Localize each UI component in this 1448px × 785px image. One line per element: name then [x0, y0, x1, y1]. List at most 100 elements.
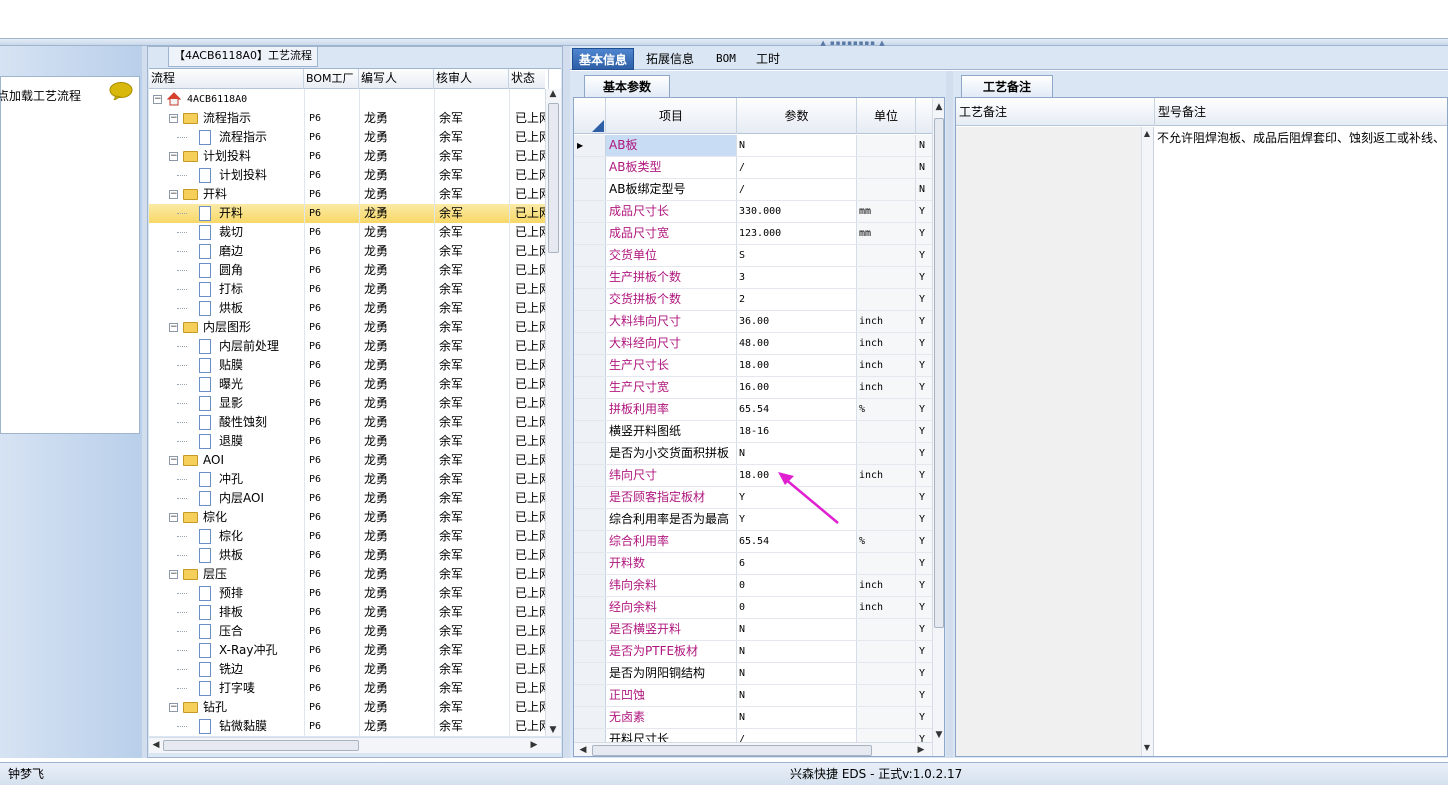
param-value[interactable]: /: [737, 179, 857, 200]
collapse-toggle-icon[interactable]: −: [169, 513, 178, 522]
tree-row[interactable]: 打字唛 P6 龙勇 余军 已上网: [149, 679, 547, 698]
param-value[interactable]: 0: [737, 597, 857, 618]
params-header-value[interactable]: 参数: [737, 98, 857, 134]
remarks-header-process[interactable]: 工艺备注: [956, 98, 1155, 126]
row-header[interactable]: [574, 245, 606, 266]
row-header[interactable]: [574, 641, 606, 662]
top-splitter[interactable]: [0, 38, 1448, 46]
tree-row[interactable]: 流程指示 P6 龙勇 余军 已上网: [149, 128, 547, 147]
param-row[interactable]: ▶ AB板 N N: [574, 135, 932, 157]
param-value[interactable]: 3: [737, 267, 857, 288]
tree-row[interactable]: − 棕化 P6 龙勇 余军 已上网: [149, 508, 547, 527]
param-row[interactable]: 大料纬向尺寸 36.00 inch Y: [574, 311, 932, 333]
remark-scroll-up-icon[interactable]: ▲: [1141, 127, 1153, 141]
tree-row[interactable]: − 流程指示 P6 龙勇 余军 已上网: [149, 109, 547, 128]
params-horizontal-scrollbar[interactable]: ◀ ▶: [574, 742, 932, 756]
tree-row[interactable]: 贴膜 P6 龙勇 余军 已上网: [149, 356, 547, 375]
tab-work-hours[interactable]: 工时: [750, 48, 786, 70]
tree-vscroll-thumb[interactable]: [548, 103, 559, 253]
tree-row[interactable]: X-Ray冲孔 P6 龙勇 余军 已上网: [149, 641, 547, 660]
params-header-unit[interactable]: 单位: [857, 98, 916, 134]
param-row[interactable]: AB板绑定型号 / N: [574, 179, 932, 201]
tree-row[interactable]: − AOI P6 龙勇 余军 已上网: [149, 451, 547, 470]
param-value[interactable]: 18.00: [737, 355, 857, 376]
tree-row[interactable]: 冲孔 P6 龙勇 余军 已上网: [149, 470, 547, 489]
tree-hscroll-thumb[interactable]: [163, 740, 359, 751]
param-row[interactable]: 成品尺寸长 330.000 mm Y: [574, 201, 932, 223]
row-header[interactable]: [574, 289, 606, 310]
tree-row[interactable]: − 内层图形 P6 龙勇 余军 已上网: [149, 318, 547, 337]
row-header[interactable]: [574, 333, 606, 354]
row-header[interactable]: [574, 707, 606, 728]
param-value[interactable]: 123.000: [737, 223, 857, 244]
params-scroll-right-icon[interactable]: ▶: [914, 743, 928, 756]
tree-row[interactable]: 计划投料 P6 龙勇 余军 已上网: [149, 166, 547, 185]
scroll-left-icon[interactable]: ◀: [149, 738, 163, 752]
row-header[interactable]: [574, 531, 606, 552]
tree-row[interactable]: 压合 P6 龙勇 余军 已上网: [149, 622, 547, 641]
tree-header-bom[interactable]: BOM工厂: [304, 69, 359, 89]
tree-row[interactable]: 圆角 P6 龙勇 余军 已上网: [149, 261, 547, 280]
tree-row[interactable]: 铣边 P6 龙勇 余军 已上网: [149, 660, 547, 679]
scroll-right-icon[interactable]: ▶: [527, 738, 541, 752]
row-header[interactable]: [574, 553, 606, 574]
param-row[interactable]: 是否为小交货面积拼板 N Y: [574, 443, 932, 465]
collapse-toggle-icon[interactable]: −: [169, 570, 178, 579]
tree-row[interactable]: 开料 P6 龙勇 余军 已上网: [149, 204, 547, 223]
row-header[interactable]: [574, 421, 606, 442]
param-value[interactable]: N: [737, 685, 857, 706]
scroll-up-icon[interactable]: ▲: [546, 87, 560, 101]
param-row[interactable]: 交货单位 S Y: [574, 245, 932, 267]
param-value[interactable]: N: [737, 619, 857, 640]
tab-bom[interactable]: BOM: [710, 48, 742, 70]
param-value[interactable]: N: [737, 641, 857, 662]
param-row[interactable]: 是否顾客指定板材 Y Y: [574, 487, 932, 509]
process-remark-cell[interactable]: ▲ ▼: [956, 127, 1154, 756]
row-header[interactable]: [574, 377, 606, 398]
param-row[interactable]: 正凹蚀 N Y: [574, 685, 932, 707]
param-value[interactable]: N: [737, 663, 857, 684]
collapse-toggle-icon[interactable]: −: [169, 114, 178, 123]
row-header[interactable]: [574, 663, 606, 684]
param-row[interactable]: 纬向尺寸 18.00 inch Y: [574, 465, 932, 487]
speech-bubble-icon[interactable]: [109, 82, 133, 100]
tree-row[interactable]: 打标 P6 龙勇 余军 已上网: [149, 280, 547, 299]
tree-row[interactable]: 棕化 P6 龙勇 余军 已上网: [149, 527, 547, 546]
collapse-toggle-icon[interactable]: −: [169, 323, 178, 332]
param-row[interactable]: 交货拼板个数 2 Y: [574, 289, 932, 311]
row-header[interactable]: [574, 685, 606, 706]
remark-scrollbar[interactable]: ▲ ▼: [1141, 127, 1153, 756]
tree-row[interactable]: − 开料 P6 龙勇 余军 已上网: [149, 185, 547, 204]
param-value[interactable]: 65.54: [737, 399, 857, 420]
tab-basic-info[interactable]: 基本信息: [572, 48, 635, 70]
param-row[interactable]: 是否为阴阳铜结构 N Y: [574, 663, 932, 685]
tree-row[interactable]: 退膜 P6 龙勇 余军 已上网: [149, 432, 547, 451]
tree-row[interactable]: 曝光 P6 龙勇 余军 已上网: [149, 375, 547, 394]
param-value[interactable]: N: [737, 135, 857, 156]
param-value[interactable]: N: [737, 443, 857, 464]
row-header[interactable]: [574, 487, 606, 508]
param-row[interactable]: 纬向余料 0 inch Y: [574, 575, 932, 597]
middle-splitter[interactable]: [563, 46, 570, 758]
tab-extended-info[interactable]: 拓展信息: [640, 48, 700, 70]
right-splitter[interactable]: [946, 71, 953, 758]
param-value[interactable]: 6: [737, 553, 857, 574]
param-row[interactable]: 横竖开料图纸 18-16 Y: [574, 421, 932, 443]
param-row[interactable]: 综合利用率是否为最高 Y Y: [574, 509, 932, 531]
tree-row[interactable]: 预排 P6 龙勇 余军 已上网: [149, 584, 547, 603]
params-hscroll-thumb[interactable]: [592, 745, 872, 756]
tree-row[interactable]: − 4ACB6118A0: [149, 90, 545, 109]
tree-row[interactable]: 烘板 P6 龙勇 余军 已上网: [149, 299, 547, 318]
tree-row[interactable]: 内层前处理 P6 龙勇 余军 已上网: [149, 337, 547, 356]
param-row[interactable]: 大料经向尺寸 48.00 inch Y: [574, 333, 932, 355]
param-value[interactable]: N: [737, 707, 857, 728]
param-row[interactable]: 经向余料 0 inch Y: [574, 597, 932, 619]
row-header[interactable]: [574, 443, 606, 464]
row-header[interactable]: [574, 575, 606, 596]
param-value[interactable]: 16.00: [737, 377, 857, 398]
tree-header-status[interactable]: 状态: [509, 69, 549, 89]
param-row[interactable]: 成品尺寸宽 123.000 mm Y: [574, 223, 932, 245]
collapse-toggle-icon[interactable]: −: [153, 95, 162, 104]
row-header[interactable]: [574, 399, 606, 420]
params-scroll-up-icon[interactable]: ▲: [932, 100, 944, 114]
